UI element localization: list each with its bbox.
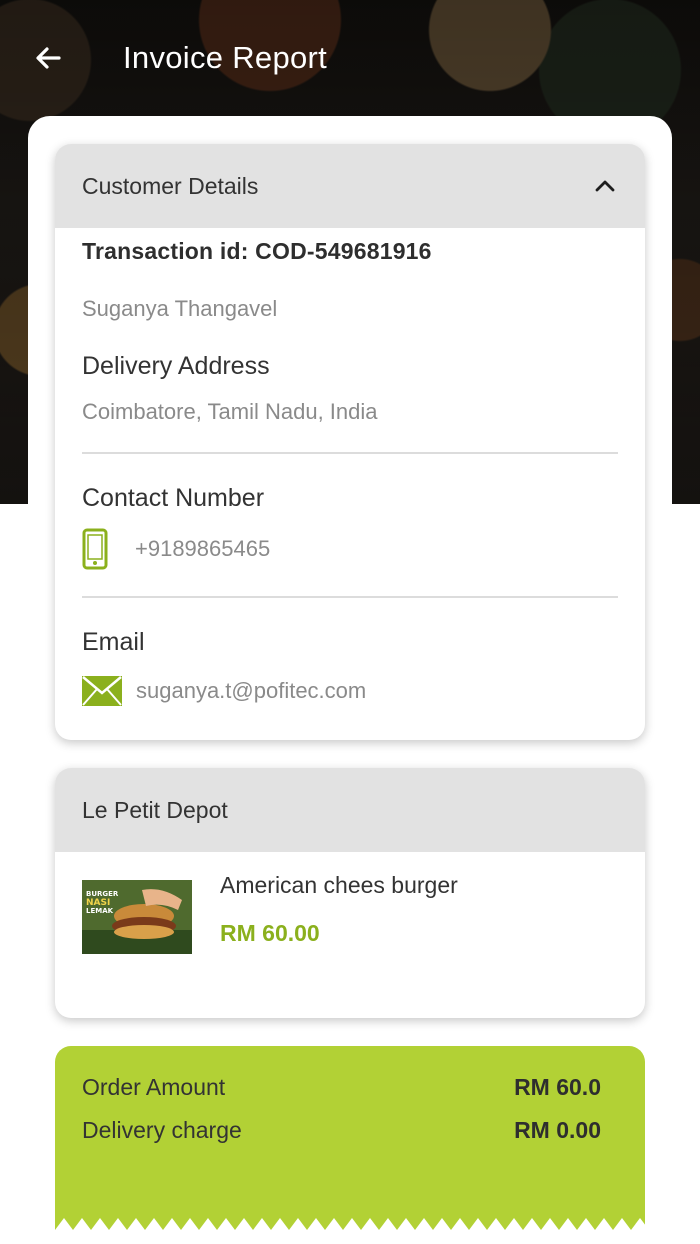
item-name: American chees burger (220, 872, 458, 898)
customer-details-card: Customer Details Transaction id: COD-549… (55, 144, 645, 740)
arrow-left-icon (36, 47, 61, 69)
divider (82, 452, 618, 454)
phone-icon (82, 528, 108, 570)
email-label: Email (82, 628, 145, 656)
delivery-address-label: Delivery Address (82, 352, 270, 380)
mail-icon (82, 676, 122, 706)
phone-number[interactable]: +9189865465 (135, 536, 270, 562)
restaurant-card: Le Petit Depot BURGER NASI LEMAK America… (55, 768, 645, 1018)
restaurant-header: Le Petit Depot (55, 768, 645, 852)
order-amount-row: Order Amount RM 60.0 (82, 1074, 601, 1101)
order-amount-label: Order Amount (82, 1074, 226, 1100)
customer-name: Suganya Thangavel (82, 296, 278, 321)
item-price: RM 60.00 (220, 920, 320, 946)
order-summary: Order Amount RM 60.0 Delivery charge RM … (55, 1046, 645, 1244)
transaction-id: Transaction id: COD-549681916 (82, 238, 432, 264)
email-address[interactable]: suganya.t@pofitec.com (136, 678, 366, 704)
delivery-charge-row: Delivery charge RM 0.00 (82, 1117, 601, 1144)
svg-text:BURGER: BURGER (86, 890, 119, 898)
chevron-up-icon[interactable] (592, 173, 618, 199)
item-image: BURGER NASI LEMAK (82, 880, 192, 954)
burger-image: BURGER NASI LEMAK (82, 880, 192, 954)
page-title: Invoice Report (123, 40, 328, 75)
order-amount-value: RM 60.0 (514, 1074, 601, 1100)
contact-number-label: Contact Number (82, 484, 265, 512)
customer-details-header[interactable]: Customer Details (55, 144, 645, 228)
delivery-charge-value: RM 0.00 (514, 1117, 601, 1143)
top-bar: Invoice Report (0, 0, 700, 120)
back-button[interactable] (28, 38, 68, 78)
restaurant-name: Le Petit Depot (82, 796, 228, 823)
delivery-address-value: Coimbatore, Tamil Nadu, India (82, 399, 378, 424)
zigzag-edge (55, 1218, 645, 1244)
customer-details-title: Customer Details (82, 172, 259, 199)
email-row: suganya.t@pofitec.com (82, 676, 366, 706)
delivery-charge-label: Delivery charge (82, 1117, 242, 1143)
phone-row: +9189865465 (82, 528, 270, 570)
svg-text:LEMAK: LEMAK (86, 907, 114, 915)
divider (82, 596, 618, 598)
